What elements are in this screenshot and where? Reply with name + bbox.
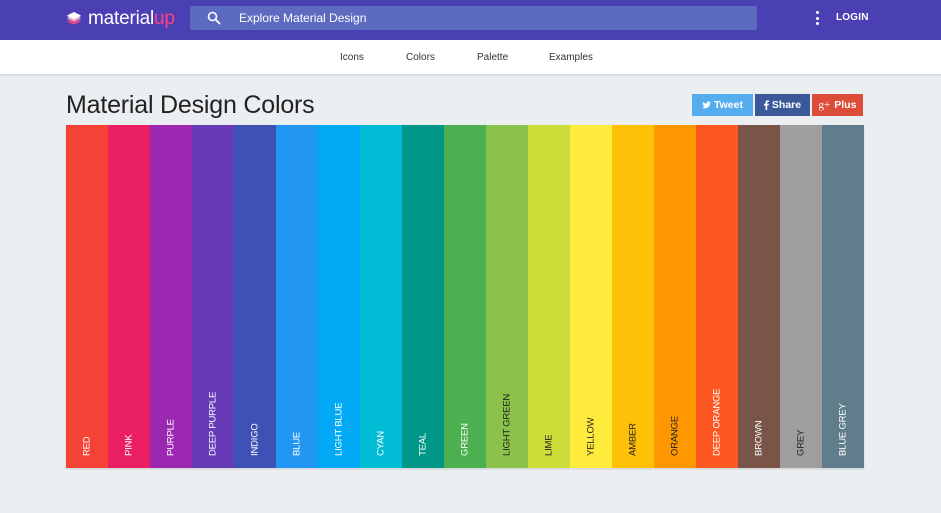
color-swatch-label: GREY xyxy=(795,429,807,456)
logo-text: material xyxy=(88,8,154,29)
color-swatch-orange[interactable]: ORANGE xyxy=(654,125,696,468)
color-swatch-blue-grey[interactable]: BLUE GREY xyxy=(822,125,864,468)
color-swatch-lime[interactable]: LIME xyxy=(528,125,570,468)
color-swatch-label: BLUE GREY xyxy=(837,403,849,456)
color-swatch-label: RED xyxy=(81,436,93,456)
search-placeholder: Explore Material Design xyxy=(239,11,367,25)
sub-navigation: Icons Colors Palette Examples xyxy=(0,40,941,75)
google-plus-button[interactable]: g+ Plus xyxy=(812,94,863,116)
color-swatch-brown[interactable]: BROWN xyxy=(738,125,780,468)
color-palette: RED PINK PURPLE DEEP PURPLE INDIGO BLUE LIGHT … xyxy=(66,125,864,468)
color-swatch-indigo[interactable]: INDIGO xyxy=(234,125,276,468)
nav-item-examples[interactable]: Examples xyxy=(549,52,593,63)
search-input[interactable]: Explore Material Design xyxy=(190,6,757,30)
color-swatch-label: DEEP PURPLE xyxy=(207,391,219,456)
color-swatch-label: LIGHT GREEN xyxy=(501,393,513,456)
color-swatch-label: TEAL xyxy=(417,433,429,456)
color-swatch-label: BLUE xyxy=(291,431,303,456)
color-swatch-red[interactable]: RED xyxy=(66,125,108,468)
color-swatch-teal[interactable]: TEAL xyxy=(402,125,444,468)
facebook-icon xyxy=(763,100,769,110)
color-swatch-label: DEEP ORANGE xyxy=(711,388,723,456)
more-vertical-icon[interactable] xyxy=(813,11,821,25)
color-swatch-cyan[interactable]: CYAN xyxy=(360,125,402,468)
color-swatch-label: PURPLE xyxy=(165,419,177,456)
color-swatch-deep-orange[interactable]: DEEP ORANGE xyxy=(696,125,738,468)
twitter-icon xyxy=(702,101,711,109)
color-swatch-pink[interactable]: PINK xyxy=(108,125,150,468)
nav-item-icons[interactable]: Icons xyxy=(340,52,364,63)
color-swatch-label: PINK xyxy=(123,434,135,456)
color-swatch-label: LIME xyxy=(543,434,555,456)
nav-item-palette[interactable]: Palette xyxy=(477,52,508,63)
logo-accent-text: up xyxy=(153,8,175,29)
color-swatch-blue[interactable]: BLUE xyxy=(276,125,318,468)
color-swatch-light-blue[interactable]: LIGHT BLUE xyxy=(318,125,360,468)
color-swatch-yellow[interactable]: YELLOW xyxy=(570,125,612,468)
color-swatch-label: LIGHT BLUE xyxy=(333,402,345,456)
plus-label: Plus xyxy=(834,99,857,111)
color-swatch-label: ORANGE xyxy=(669,416,681,456)
color-swatch-label: AMBER xyxy=(627,423,639,456)
color-swatch-label: INDIGO xyxy=(249,423,261,456)
login-button[interactable]: LOGIN xyxy=(836,12,869,23)
layers-logo-icon xyxy=(67,12,81,25)
top-app-bar: materialup Explore Material Design LOGIN xyxy=(0,0,941,40)
color-swatch-label: GREEN xyxy=(459,423,471,456)
share-label: Share xyxy=(771,99,802,111)
tweet-label: Tweet xyxy=(714,99,743,111)
color-swatch-label: BROWN xyxy=(753,420,765,456)
color-swatch-deep-purple[interactable]: DEEP PURPLE xyxy=(192,125,234,468)
color-swatch-green[interactable]: GREEN xyxy=(444,125,486,468)
nav-item-colors[interactable]: Colors xyxy=(406,52,435,63)
tweet-button[interactable]: Tweet xyxy=(692,94,753,116)
search-icon xyxy=(207,11,221,25)
color-swatch-purple[interactable]: PURPLE xyxy=(150,125,192,468)
color-swatch-light-green[interactable]: LIGHT GREEN xyxy=(486,125,528,468)
share-button[interactable]: Share xyxy=(755,94,810,116)
logo[interactable]: materialup xyxy=(66,7,175,31)
color-swatch-label: CYAN xyxy=(375,431,387,456)
color-swatch-label: YELLOW xyxy=(585,417,597,456)
color-swatch-grey[interactable]: GREY xyxy=(780,125,822,468)
color-swatch-amber[interactable]: AMBER xyxy=(612,125,654,468)
google-plus-icon: g+ xyxy=(818,99,831,111)
page-title: Material Design Colors xyxy=(66,91,315,119)
